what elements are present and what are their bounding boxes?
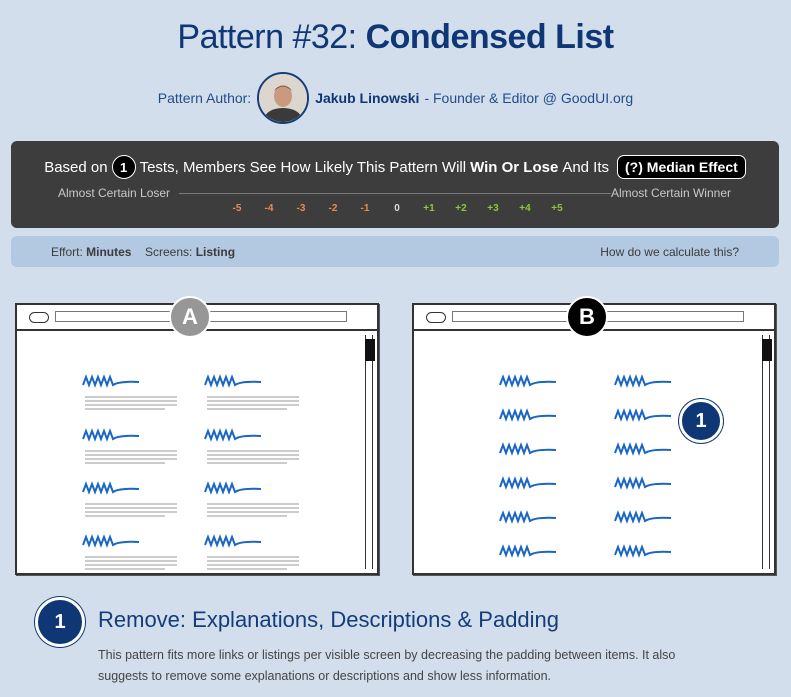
step-number-badge: 1 (35, 597, 85, 647)
effect-panel: Based on 1 Tests, Members See How Likely… (11, 141, 779, 228)
list-sketch-a (82, 374, 299, 570)
item-title-squiggle (499, 442, 557, 456)
item-title-squiggle (614, 442, 672, 456)
scale-tick: +2 (455, 203, 467, 214)
avatar[interactable] (257, 72, 310, 124)
avatar-portrait-icon (259, 74, 308, 122)
effort-value: Minutes (86, 245, 132, 259)
item-title-squiggle (204, 481, 262, 495)
winner-label: Almost Certain Winner (610, 186, 731, 200)
item-title-squiggle (499, 374, 557, 388)
effect-middle-text: Tests, Members See How Likely This Patte… (139, 158, 467, 176)
variant-a-mockup: A (15, 296, 379, 575)
scale-tick: +5 (551, 203, 563, 214)
title-name: Condensed List (365, 18, 615, 56)
scale-tick: -5 (232, 203, 242, 214)
win-lose-text: Win Or Lose (470, 158, 559, 176)
screens-label: Screens: (145, 245, 193, 259)
item-title-squiggle (499, 544, 557, 558)
variant-b-badge: B (566, 296, 608, 338)
median-effect-button[interactable]: (?) Median Effect (617, 155, 746, 179)
step-description: This pattern fits more links or listings… (98, 648, 676, 683)
change-marker[interactable]: 1 (679, 399, 723, 443)
screens-info: Screens: Listing (145, 245, 235, 259)
effort-info: Effort: Minutes (51, 245, 131, 259)
scale-line (179, 193, 611, 194)
step-title: Remove: Explanations, Descriptions & Pad… (98, 607, 560, 632)
item-title-squiggle (614, 374, 672, 388)
how-calculated-link[interactable]: How do we calculate this? (600, 245, 739, 259)
item-title-squiggle (82, 534, 140, 548)
author-line: Pattern Author: Jakub Linowski - Founder… (0, 72, 791, 124)
scale-tick: -4 (264, 203, 274, 214)
item-title-squiggle (82, 481, 140, 495)
scale-tick: -2 (328, 203, 338, 214)
scale-tick: +1 (423, 203, 435, 214)
author-role: - Founder & Editor @ GoodUI.org (424, 90, 634, 106)
item-title-squiggle (614, 408, 672, 422)
loser-label: Almost Certain Loser (58, 186, 171, 200)
item-title-squiggle (499, 408, 557, 422)
item-title-squiggle (499, 476, 557, 490)
and-its-text: And Its (562, 158, 610, 176)
tests-count-badge: 1 (111, 155, 136, 179)
item-title-squiggle (204, 374, 262, 388)
item-title-squiggle (614, 544, 672, 558)
effect-headline: Based on 1 Tests, Members See How Likely… (11, 155, 779, 179)
scale-tick: 0 (394, 203, 400, 214)
item-title-squiggle (499, 510, 557, 524)
item-title-squiggle (204, 534, 262, 548)
browser-tab-icon (426, 312, 446, 323)
effect-scale: -5 -4 -3 -2 -1 0 +1 +2 +3 +4 +5 (221, 203, 573, 214)
page-title: Pattern #32: Condensed List (0, 18, 791, 57)
meta-bar: Effort: Minutes Screens: Listing How do … (11, 236, 779, 267)
effort-label: Effort: (51, 245, 83, 259)
based-on-text: Based on (44, 158, 108, 176)
author-name[interactable]: Jakub Linowski (315, 90, 419, 106)
list-sketch-b (499, 374, 672, 558)
item-title-squiggle (82, 428, 140, 442)
scale-tick: +3 (487, 203, 499, 214)
item-title-squiggle (614, 476, 672, 490)
title-prefix: Pattern #32: (177, 18, 366, 56)
scale-tick: -3 (296, 203, 306, 214)
variant-a-badge: A (169, 296, 211, 338)
browser-tab-icon (29, 312, 49, 323)
screens-value: Listing (195, 245, 236, 259)
scale-tick: +4 (519, 203, 531, 214)
variant-b-mockup: B (412, 296, 776, 575)
item-title-squiggle (204, 428, 262, 442)
scale-tick: -1 (360, 203, 370, 214)
item-title-squiggle (82, 374, 140, 388)
item-title-squiggle (614, 510, 672, 524)
author-label: Pattern Author: (157, 90, 252, 106)
